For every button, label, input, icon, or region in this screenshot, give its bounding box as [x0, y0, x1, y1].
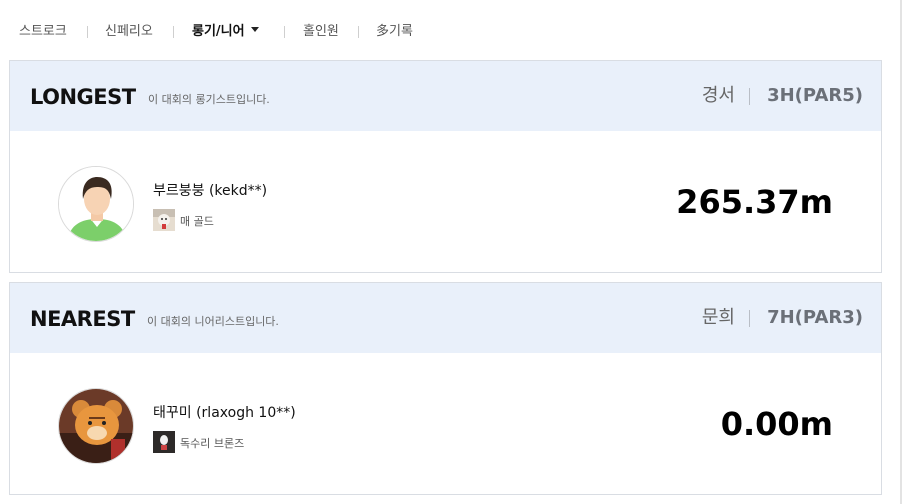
nearest-level-label: 독수리 브론즈 — [180, 437, 245, 450]
tab-stroke[interactable]: 스트로크 — [19, 23, 67, 41]
gold-level-icon — [153, 209, 175, 231]
tab-divider — [87, 26, 88, 38]
longest-title: LONGEST — [30, 85, 136, 109]
nearest-player-name[interactable]: 태꾸미 (rlaxogh 10**) — [153, 404, 296, 422]
longest-player-avatar — [58, 166, 134, 242]
longest-header: LONGEST 이 대회의 롱기스트입니다. 경서 3H(PAR5) — [10, 61, 881, 131]
bear-avatar-icon — [59, 389, 133, 463]
longest-level-label: 매 골드 — [180, 215, 214, 228]
caret-down-icon — [250, 27, 259, 32]
longest-player-name[interactable]: 부르붕붕 (kekd**) — [153, 182, 267, 200]
tab-hole-in-one[interactable]: 홀인원 — [303, 23, 339, 41]
longest-description: 이 대회의 롱기스트입니다. — [148, 93, 270, 106]
longest-hole: 3H(PAR5) — [767, 85, 863, 106]
tab-divider — [173, 26, 174, 38]
longest-course: 경서 — [701, 85, 735, 106]
eagle-bronze-level-icon — [153, 431, 175, 453]
nearest-title: NEAREST — [30, 307, 135, 331]
nearest-course: 문희 — [701, 307, 735, 328]
tab-new-perio[interactable]: 신페리오 — [105, 23, 153, 41]
nearest-card: NEAREST 이 대회의 니어리스트입니다. 문희 7H(PAR3) 태꾸미 … — [9, 282, 882, 495]
nearest-distance: 0.00m — [720, 405, 833, 443]
tab-longest-nearest-label: 롱기/니어 — [192, 24, 245, 39]
nearest-description: 이 대회의 니어리스트입니다. — [147, 315, 279, 328]
nearest-hole: 7H(PAR3) — [767, 307, 863, 328]
nearest-header: NEAREST 이 대회의 니어리스트입니다. 문희 7H(PAR3) — [10, 283, 881, 353]
longest-distance: 265.37m — [676, 183, 833, 221]
tab-divider — [284, 26, 285, 38]
header-divider — [749, 88, 750, 105]
tab-multi-records[interactable]: 多기록 — [376, 23, 413, 41]
tab-divider — [358, 26, 359, 38]
nearest-player-avatar — [58, 388, 134, 464]
person-avatar-icon — [59, 167, 133, 241]
longest-card: LONGEST 이 대회의 롱기스트입니다. 경서 3H(PAR5) 부르붕붕 … — [9, 60, 882, 273]
tab-longest-nearest[interactable]: 롱기/니어 — [192, 23, 259, 41]
header-divider — [749, 310, 750, 327]
record-tabs: 스트로크 신페리오 롱기/니어 홀인원 多기록 — [0, 0, 902, 60]
